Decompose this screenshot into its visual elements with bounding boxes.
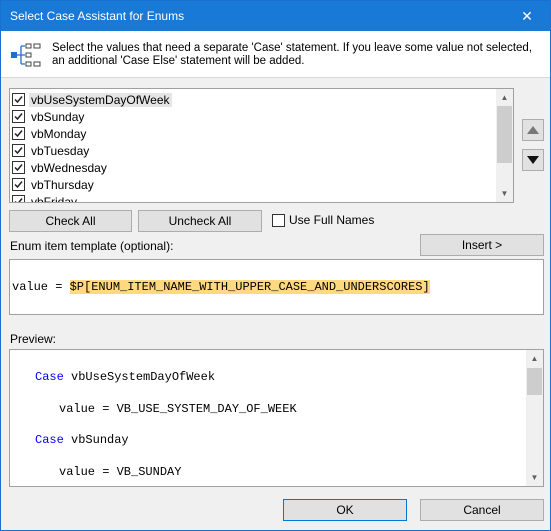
insert-button[interactable]: Insert >	[420, 234, 544, 256]
triangle-down-icon	[527, 156, 539, 164]
item-checkbox[interactable]	[12, 110, 25, 123]
preview-text: vbSunday	[63, 433, 129, 447]
window-title: Select Case Assistant for Enums	[10, 9, 185, 23]
item-checkbox[interactable]	[12, 195, 25, 202]
item-label: vbWednesday	[31, 160, 107, 175]
dialog-header: Select the values that need a separate '…	[1, 31, 550, 78]
list-item[interactable]: vbTuesday	[12, 142, 91, 159]
scroll-thumb[interactable]	[527, 368, 542, 395]
scroll-down-arrow-icon[interactable]: ▼	[496, 185, 513, 202]
ok-button[interactable]: OK	[283, 499, 407, 521]
template-editor[interactable]: value = $P[ENUM_ITEM_NAME_WITH_UPPER_CAS…	[9, 259, 544, 315]
title-bar: Select Case Assistant for Enums ✕	[1, 1, 550, 31]
list-item[interactable]: vbUseSystemDayOfWeek	[12, 91, 172, 108]
move-down-button[interactable]	[522, 149, 544, 171]
item-checkbox[interactable]	[12, 161, 25, 174]
template-text: value = $P[ENUM_ITEM_NAME_WITH_UPPER_CAS…	[12, 280, 430, 294]
item-checkbox[interactable]	[12, 93, 25, 106]
item-label: vbUseSystemDayOfWeek	[29, 92, 172, 107]
check-all-button[interactable]: Check All	[9, 210, 132, 232]
use-full-names-label: Use Full Names	[289, 213, 375, 227]
close-button[interactable]: ✕	[504, 1, 550, 31]
scroll-thumb[interactable]	[497, 106, 512, 163]
list-item[interactable]: vbWednesday	[12, 159, 109, 176]
item-label: vbMonday	[31, 126, 87, 141]
preview-keyword: Case	[35, 370, 64, 384]
move-up-button[interactable]	[522, 119, 544, 141]
preview-line: value = VB_SUNDAY	[59, 465, 181, 479]
dialog-window: Select Case Assistant for Enums ✕ Select…	[0, 0, 551, 531]
list-tree-icon	[11, 43, 41, 67]
triangle-up-icon	[527, 126, 539, 134]
list-item[interactable]: vbMonday	[12, 125, 88, 142]
item-label: vbTuesday	[31, 143, 90, 158]
preview-text: value = VB_USE_SYSTEM_DAY_OF_WEEK	[59, 402, 297, 416]
scroll-up-arrow-icon[interactable]: ▲	[496, 89, 513, 106]
item-checkbox[interactable]	[12, 144, 25, 157]
preview-pane[interactable]: Case vbUseSystemDayOfWeek value = VB_USE…	[9, 349, 544, 487]
list-item[interactable]: vbFriday	[12, 193, 79, 203]
preview-line: Case vbUseSystemDayOfWeek	[35, 370, 215, 384]
template-label: Enum item template (optional):	[10, 239, 174, 253]
uncheck-all-button[interactable]: Uncheck All	[138, 210, 262, 232]
list-scrollbar[interactable]: ▲ ▼	[496, 89, 513, 202]
item-checkbox[interactable]	[12, 127, 25, 140]
list-item[interactable]: vbSunday	[12, 108, 86, 125]
template-token: $P[ENUM_ITEM_NAME_WITH_UPPER_CASE_AND_UN…	[69, 280, 430, 294]
use-full-names-checkbox[interactable]	[272, 213, 285, 227]
scroll-down-arrow-icon[interactable]: ▼	[526, 469, 543, 486]
header-description: Select the values that need a separate '…	[52, 42, 533, 67]
preview-scrollbar[interactable]: ▲ ▼	[526, 350, 543, 486]
preview-keyword: Case	[35, 433, 64, 447]
scroll-up-arrow-icon[interactable]: ▲	[526, 350, 543, 367]
enum-values-list[interactable]: vbUseSystemDayOfWeek vbSunday vbMonday v…	[9, 88, 514, 203]
preview-text: vbUseSystemDayOfWeek	[63, 370, 216, 384]
preview-line: Case vbSunday	[35, 433, 129, 447]
preview-label: Preview:	[10, 332, 57, 346]
preview-line: value = VB_USE_SYSTEM_DAY_OF_WEEK	[59, 402, 297, 416]
item-label: vbFriday	[31, 194, 78, 203]
item-label: vbThursday	[31, 177, 94, 192]
cancel-button[interactable]: Cancel	[420, 499, 544, 521]
template-prefix: value =	[12, 280, 70, 294]
item-label: vbSunday	[31, 109, 85, 124]
preview-text: value = VB_SUNDAY	[59, 465, 182, 479]
use-full-names-option[interactable]: Use Full Names	[272, 212, 374, 228]
item-checkbox[interactable]	[12, 178, 25, 191]
list-item[interactable]: vbThursday	[12, 176, 96, 193]
